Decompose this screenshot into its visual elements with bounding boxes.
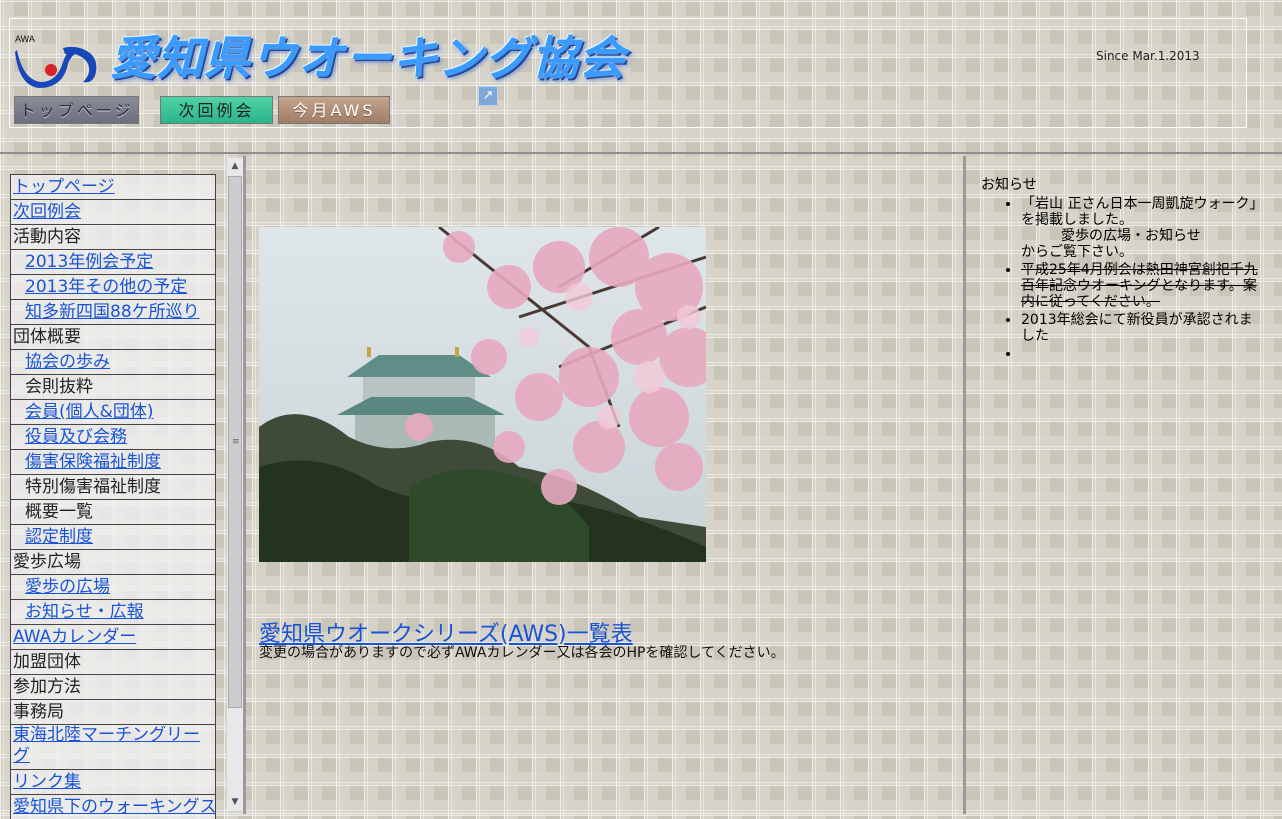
sidebar-item[interactable]: 認定制度 [10,524,216,549]
news-item: 「岩山 正さん日本一周凱旋ウォーク」を掲載しました。 愛歩の広場・お知らせ から… [1021,196,1261,260]
sidebar-item[interactable]: 会員(個人&団体) [10,399,216,424]
nav-monthly-aws-button[interactable]: 今月AWS [278,96,390,124]
scroll-thumb[interactable]: ≡ [228,176,242,708]
popout-icon[interactable]: ↗ [478,86,498,106]
news-item: 2013年総会にて新役員が承認されました [1021,312,1261,344]
sidebar-item[interactable]: 次回例会 [10,199,216,224]
sidebar-item[interactable]: 2013年その他の予定 [10,274,216,299]
sidebar-item[interactable]: 傷害保険福祉制度 [10,449,216,474]
sidebar-item[interactable]: トップページ [10,174,216,199]
sidebar-item[interactable]: AWAカレンダー [10,624,216,649]
sidebar-item: 団体概要 [10,324,216,349]
sidebar-item: 参加方法 [10,674,216,699]
sidebar-item: 加盟団体 [10,649,216,674]
castle-cherry-blossom-photo [259,227,706,562]
news-item-text: からご覧下さい。 [1021,244,1133,260]
news-item-text: 「岩山 正さん日本一周凱旋ウォーク」を掲載しました。 [1021,196,1257,228]
news-item-text: 2013年総会にて新役員が承認されました [1021,312,1253,344]
news-frame: お知らせ 「岩山 正さん日本一周凱旋ウォーク」を掲載しました。 愛歩の広場・お知… [969,156,1282,814]
sidebar-item: 活動内容 [10,224,216,249]
sidebar-item[interactable]: 東海北陸マーチングリーグ [10,724,216,769]
sidebar-frame: トップページ 次回例会 活動内容 2013年例会予定 2013年その他の予定 知多新四国8… [0,156,246,819]
sidebar-menu: トップページ 次回例会 活動内容 2013年例会予定 2013年その他の予定 知多新四国8… [10,174,216,819]
news-title: お知らせ [981,177,1037,193]
grip-icon: ≡ [232,437,240,447]
sidebar-item[interactable]: 協会の歩み [10,349,216,374]
sidebar-item[interactable]: お知らせ・広報 [10,599,216,624]
aws-note-text: 変更の場合がありますので必ずAWAカレンダー又は各会のHPを確認してください。 [259,645,785,661]
sidebar-item: 会則抜粋 [10,374,216,399]
sidebar-item: 概要一覧 [10,499,216,524]
sidebar-item[interactable]: 2013年例会予定 [10,249,216,274]
sidebar-item[interactable]: 知多新四国88ケ所巡り [10,299,216,324]
sidebar-item[interactable]: リンク集 [10,769,216,794]
nav-next-meeting-button[interactable]: 次回例会 [160,96,273,124]
awa-logo: AWA [15,34,97,88]
sidebar-item[interactable]: 役員及び会務 [10,424,216,449]
sidebar-item: 愛歩広場 [10,549,216,574]
site-title: 愛知県ウオーキング協会 [110,31,626,85]
news-item [1021,346,1261,362]
header-frame: AWA 愛知県ウオーキング協会 Since Mar.1.2013 トップページ … [0,0,1282,154]
sidebar-scrollbar[interactable]: ▲ ≡ ▼ [227,158,243,810]
news-item-text: 平成25年4月例会は熱田神宮創祀千九百年記念ウオーキングとなります。案内に従って… [1021,262,1258,310]
logo-text: AWA [15,34,35,44]
scroll-up-arrow-icon[interactable]: ▲ [227,158,243,174]
sidebar-item: 事務局 [10,699,216,724]
nav-top-page-button[interactable]: トップページ [14,96,139,124]
news-list: 「岩山 正さん日本一周凱旋ウォーク」を掲載しました。 愛歩の広場・お知らせ から… [1001,196,1261,364]
main-frame: 愛知県ウオークシリーズ(AWS)一覧表 変更の場合がありますので必ずAWAカレン… [249,156,966,814]
news-item-text: 愛歩の広場・お知らせ [1061,228,1201,244]
sidebar-item[interactable]: 愛歩の広場 [10,574,216,599]
sidebar-item[interactable]: 愛知県下のウォーキングステ [10,794,216,819]
since-date: Since Mar.1.2013 [1096,49,1200,63]
news-item: 平成25年4月例会は熱田神宮創祀千九百年記念ウオーキングとなります。案内に従って… [1021,262,1261,310]
sidebar-item: 特別傷害福祉制度 [10,474,216,499]
scroll-down-arrow-icon[interactable]: ▼ [227,794,243,810]
